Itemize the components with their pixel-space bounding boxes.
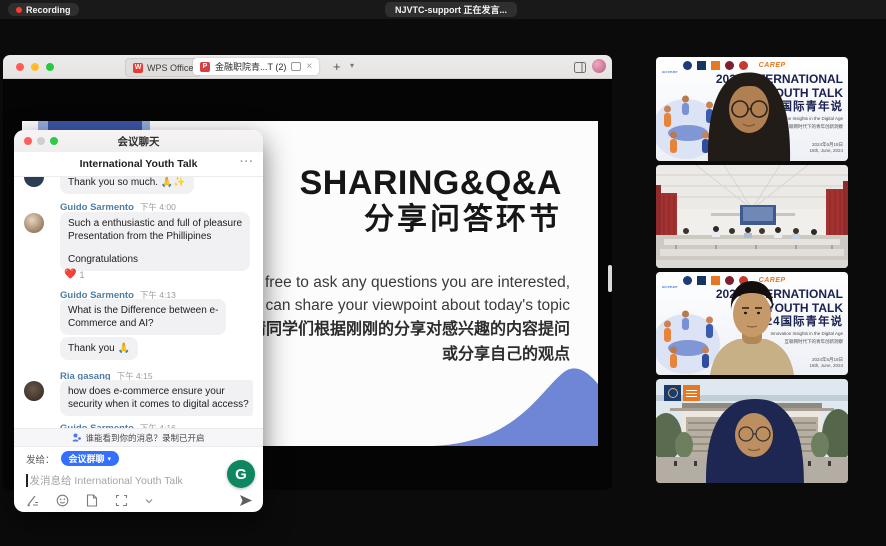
participant-3-person <box>656 272 848 375</box>
chat-more-button[interactable]: ··· <box>240 156 254 168</box>
chat-message-bubble: Thank you so much. 🙏✨ <box>60 177 194 194</box>
zoom-window-icon[interactable] <box>46 63 54 71</box>
close-window-icon[interactable] <box>16 63 24 71</box>
participant-video-1[interactable]: GO STUDY CAREP 2024 INTERNATIONAL YOUTH … <box>656 57 848 161</box>
recording-dot-icon <box>16 7 22 13</box>
chat-input-placeholder: 发消息给 International Youth Talk <box>30 473 183 488</box>
participant-video-4[interactable] <box>656 379 848 483</box>
wps-home-tab-label: WPS Office <box>147 63 193 73</box>
slide-swoosh-graphic <box>428 366 598 446</box>
file-icon[interactable] <box>86 494 98 507</box>
chevron-down-icon: ▾ <box>108 455 112 463</box>
wps-document-tab-label: 金融职院青...T (2) <box>215 60 286 73</box>
message-text: Thank you so much. 🙏✨ <box>68 177 186 189</box>
minimize-window-icon[interactable] <box>31 63 39 71</box>
message-text: Thank you 🙏 <box>68 342 130 355</box>
send-to-target: 会议群聊 <box>69 452 105 465</box>
slide-title-zh: 分享问答环节 <box>300 203 562 237</box>
wps-document-tab[interactable]: P 金融职院青...T (2) × <box>193 58 319 75</box>
avatar[interactable] <box>24 177 44 187</box>
chevron-down-icon[interactable] <box>145 498 153 504</box>
message-text: Congratulations <box>68 253 242 266</box>
chat-channel-title: International Youth Talk <box>14 158 263 170</box>
slide-body-text: l free to ask any questions you are inte… <box>250 271 570 367</box>
chat-titlebar: 会议聊天 <box>14 130 263 153</box>
presentation-file-icon: P <box>200 62 210 72</box>
chat-message-bubble: Such a enthusiastic and full of pleasure… <box>60 212 250 271</box>
active-speaker-badge: NJVTC-support 正在发言... <box>385 2 517 17</box>
chat-subheader: International Youth Talk ··· <box>14 152 263 177</box>
chat-message-bubble: how does e-commerce ensure your security… <box>60 380 253 416</box>
wps-account-avatar[interactable] <box>592 59 606 73</box>
meeting-app-window: Recording NJVTC-support 正在发言... W WPS Of… <box>0 0 886 546</box>
chat-message-bubble: Thank you 🙏 <box>60 337 138 360</box>
slide-body-line: l free to ask any questions you are inte… <box>250 271 570 294</box>
participant-4-person <box>656 379 848 483</box>
chat-window-title: 会议聊天 <box>14 134 263 149</box>
participant-1-person <box>656 57 848 161</box>
chat-input[interactable]: 发消息给 International Youth Talk <box>26 473 183 488</box>
message-reaction[interactable]: ❤️ 1 <box>64 269 84 280</box>
recording-indicator: Recording <box>8 3 79 16</box>
text-cursor <box>26 474 28 487</box>
meeting-topbar: Recording NJVTC-support 正在发言... <box>0 0 886 19</box>
sidebar-toggle-icon[interactable] <box>574 60 586 78</box>
heart-reaction-icon: ❤️ <box>64 269 76 280</box>
slide-title: SHARING&Q&A 分享问答环节 <box>300 165 562 237</box>
send-to-selector[interactable]: 会议群聊 ▾ <box>61 451 120 466</box>
chat-message-list[interactable]: Thank you so much. 🙏✨ Guido Sarmento下午 4… <box>24 177 253 428</box>
slide-body-line: u can share your viewpoint about today's… <box>250 294 570 317</box>
send-to-label: 发给： <box>26 452 55 466</box>
recording-label: Recording <box>26 5 71 15</box>
wps-logo-icon: W <box>133 63 143 73</box>
message-text: security when it comes to digital access… <box>68 398 249 411</box>
message-text: What is the Difference between e- <box>68 304 218 317</box>
tab-close-icon[interactable]: × <box>306 62 312 72</box>
new-tab-button[interactable]: + <box>333 59 341 74</box>
classroom-video <box>656 165 848 268</box>
participant-video-2[interactable] <box>656 165 848 268</box>
tab-comment-icon[interactable] <box>291 62 301 71</box>
avatar[interactable] <box>24 213 44 233</box>
text-format-icon[interactable] <box>26 494 39 507</box>
slide-body-line: 请同学们根据刚刚的分享对感兴趣的内容提问 <box>250 317 570 342</box>
reaction-count: 1 <box>79 270 84 280</box>
visibility-notice-text: 谁能看到你的消息？录制已开启 <box>85 432 204 444</box>
message-text: Presentation from the Phillipines <box>68 230 242 243</box>
emoji-icon[interactable] <box>56 494 69 507</box>
send-message-icon[interactable] <box>239 494 253 507</box>
avatar[interactable] <box>24 381 44 401</box>
participant-video-3[interactable]: GO STUDY CAREP 2024 INTERNATIONAL YOUTH … <box>656 272 848 375</box>
slide-body-line: 或分享自己的观点 <box>250 342 570 367</box>
wps-titlebar: W WPS Office P 金融职院青...T (2) × + ▾ <box>3 55 612 79</box>
send-to-row: 发给： 会议群聊 ▾ <box>26 451 119 466</box>
screenshot-icon[interactable] <box>115 494 128 507</box>
tab-list-chevron-icon[interactable]: ▾ <box>350 61 354 70</box>
message-text: how does e-commerce ensure your <box>68 385 249 398</box>
chat-message-bubble: What is the Difference between e- Commer… <box>60 299 226 335</box>
message-time: 下午 4:00 <box>140 202 176 212</box>
slide-title-en: SHARING&Q&A <box>300 165 562 201</box>
chat-visibility-notice[interactable]: 谁能看到你的消息？录制已开启 <box>14 428 263 447</box>
message-text: Commerce and AI? <box>68 317 218 330</box>
scrollbar-thumb[interactable] <box>608 265 612 292</box>
person-icon <box>72 433 81 442</box>
grammarly-badge[interactable]: G <box>227 460 255 488</box>
wps-home-tab[interactable]: W WPS Office <box>125 58 201 77</box>
chat-window: 会议聊天 International Youth Talk ··· Thank … <box>14 130 263 512</box>
chat-toolbar <box>26 494 153 507</box>
message-text: Such a enthusiastic and full of pleasure <box>68 217 242 230</box>
